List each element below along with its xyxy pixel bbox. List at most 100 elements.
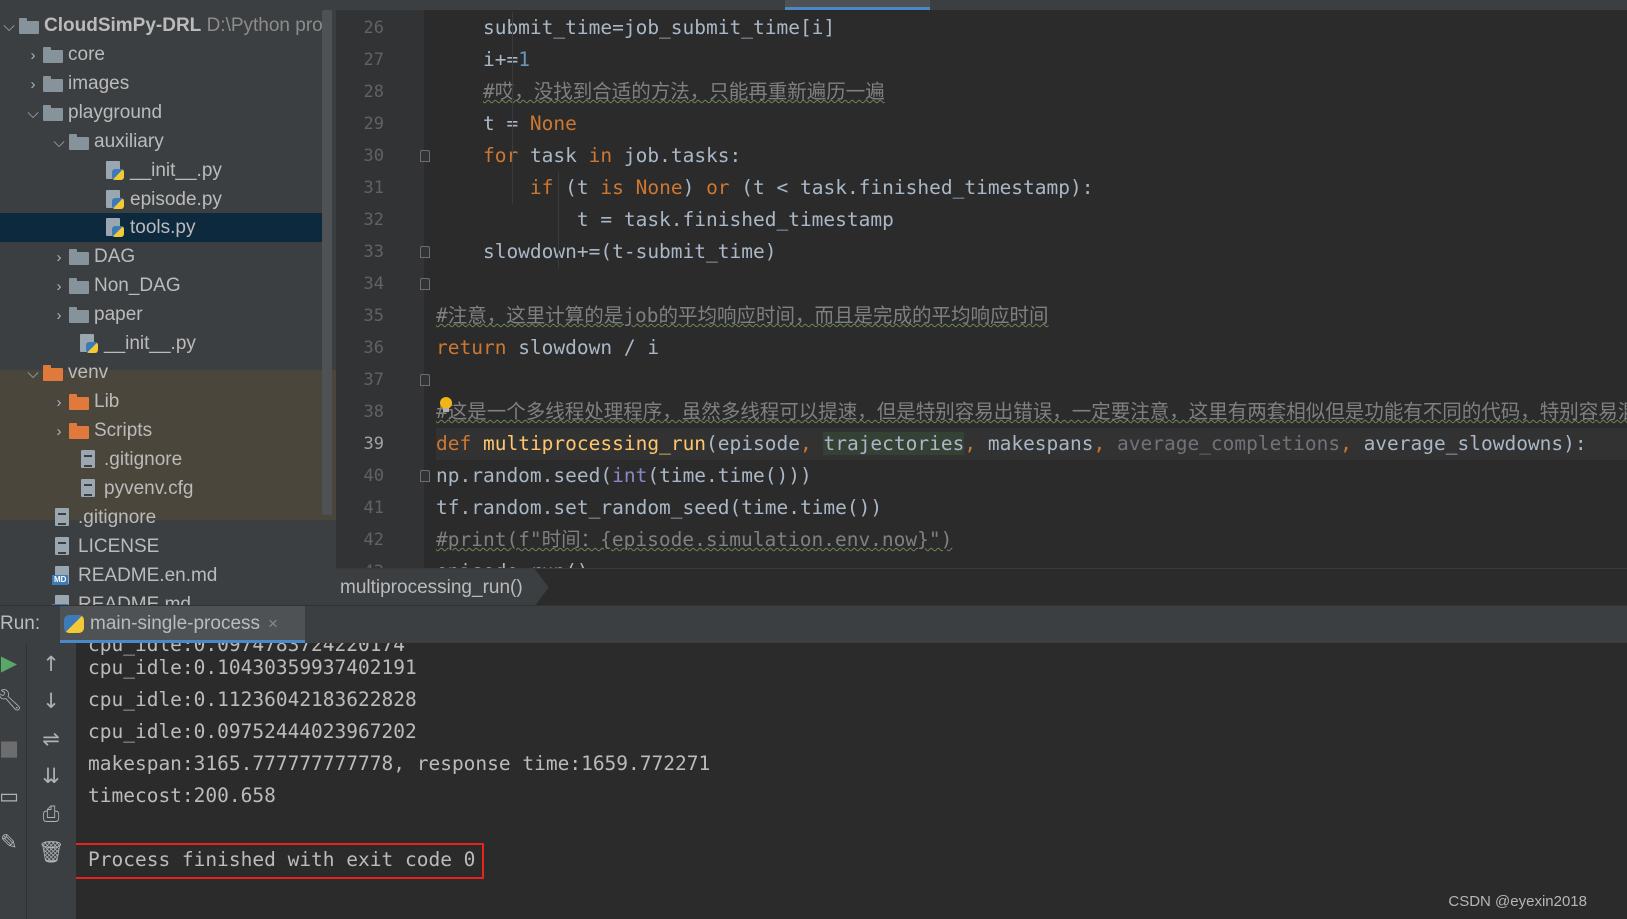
- tree-item-gitignore-venv[interactable]: .gitignore: [78, 445, 182, 474]
- code-line[interactable]: #哎，没找到合适的方法，只能再重新遍历一遍: [436, 76, 1627, 108]
- tree-item-episode-py[interactable]: episode.py: [104, 185, 222, 214]
- chevron-down-icon[interactable]: ⌵: [0, 12, 18, 41]
- code-line[interactable]: #print(f"时间：{episode.simulation.env.now}…: [436, 524, 1627, 556]
- tree-item-label: LICENSE: [78, 536, 160, 557]
- tree-item-pyvenv-cfg[interactable]: pyvenv.cfg: [78, 474, 193, 503]
- fold-marker-icon[interactable]: [420, 374, 430, 386]
- line-number: 39: [363, 434, 384, 454]
- wrench-icon[interactable]: 🔧︎: [0, 687, 23, 713]
- code-line[interactable]: tf.random.set_random_seed(time.time()): [436, 492, 1627, 524]
- code-line[interactable]: slowdown+=(t-submit_time): [436, 236, 1627, 268]
- code-line[interactable]: def multiprocessing_run(episode, traject…: [436, 428, 1627, 460]
- close-icon[interactable]: ×: [268, 606, 278, 642]
- file-icon: [52, 508, 74, 526]
- tree-item-license[interactable]: LICENSE: [52, 532, 159, 561]
- line-number: 30: [363, 146, 384, 166]
- code-line[interactable]: submit_time=job_submit_time[i]: [436, 12, 1627, 44]
- up-arrow-icon[interactable]: ↑: [38, 651, 64, 677]
- watermark: CSDN @eyexin2018: [1448, 893, 1587, 910]
- project-tree: ⌵ CloudSimPy-DRL D:\Python pro › core › ima…: [0, 10, 336, 620]
- indent-guide: [512, 12, 513, 204]
- code-line[interactable]: #这是一个多线程处理程序，虽然多线程可以提速，但是特别容易出错误，一定要注意，这…: [436, 396, 1627, 428]
- python-file-icon: [104, 218, 126, 237]
- fold-marker-icon[interactable]: [420, 150, 430, 162]
- trash-icon[interactable]: 🗑︎: [38, 839, 65, 865]
- code-line[interactable]: t = None: [436, 108, 1627, 140]
- run-icon[interactable]: ▶: [0, 650, 22, 676]
- chevron-right-icon[interactable]: ›: [50, 417, 68, 446]
- soft-wrap-icon[interactable]: ⇌: [38, 726, 64, 752]
- tree-item-init-py-playground[interactable]: __init__.py: [78, 329, 196, 358]
- tree-item-label: DAG: [94, 246, 136, 267]
- code-editor[interactable]: 262728293031323334353637383940414243 sub…: [336, 10, 1627, 588]
- chevron-down-icon[interactable]: ⌵: [24, 359, 42, 388]
- print-icon[interactable]: ⎙: [38, 801, 64, 827]
- code-line[interactable]: return slowdown / i: [436, 332, 1627, 364]
- code-line[interactable]: [436, 268, 1627, 300]
- code-line[interactable]: [436, 364, 1627, 396]
- down-arrow-icon[interactable]: ↓: [38, 688, 64, 714]
- breadcrumb-item[interactable]: multiprocessing_run(): [336, 569, 549, 606]
- line-number: 33: [363, 242, 384, 262]
- tree-item-label: __init__.py: [104, 333, 196, 354]
- chevron-right-icon[interactable]: ›: [50, 388, 68, 417]
- line-number: 42: [363, 530, 384, 550]
- tree-item-label: auxiliary: [94, 131, 164, 152]
- editor-gutter: 262728293031323334353637383940414243: [336, 10, 430, 588]
- tree-item-label: README.en.md: [78, 565, 218, 586]
- tree-root-name: CloudSimPy-DRL: [44, 15, 202, 36]
- run-console[interactable]: cpu_idle:0.0974783724220174 cpu_idle:0.1…: [76, 643, 1627, 919]
- line-number: 35: [363, 306, 384, 326]
- code-line[interactable]: i+=1: [436, 44, 1627, 76]
- tree-item-init-py[interactable]: __init__.py: [104, 156, 222, 185]
- layout-icon[interactable]: ▭: [0, 783, 22, 809]
- tree-item-gitignore[interactable]: .gitignore: [52, 503, 156, 532]
- tree-item-venv[interactable]: ⌵ venv: [24, 358, 108, 387]
- tree-item-tools-py[interactable]: tools.py: [0, 213, 322, 242]
- active-editor-tab[interactable]: [785, 0, 930, 10]
- pin-icon[interactable]: ✎: [0, 829, 22, 855]
- stop-icon[interactable]: ■: [0, 735, 22, 761]
- tree-item-non-dag[interactable]: › Non_DAG: [50, 271, 181, 300]
- run-tab-label: main-single-process: [90, 613, 261, 634]
- chevron-right-icon[interactable]: ›: [50, 301, 68, 330]
- fold-marker-icon[interactable]: [420, 470, 430, 482]
- tree-root[interactable]: ⌵ CloudSimPy-DRL D:\Python pro: [0, 11, 323, 41]
- code-line[interactable]: if (t is None) or (t < task.finished_tim…: [436, 172, 1627, 204]
- line-number: 27: [363, 50, 384, 70]
- run-tab-main-single-process[interactable]: main-single-process ×: [60, 606, 305, 643]
- excluded-folder-icon: [42, 363, 64, 381]
- tree-item-images[interactable]: › images: [24, 69, 130, 99]
- fold-marker-icon[interactable]: [420, 278, 430, 290]
- lightbulb-icon[interactable]: [439, 397, 453, 413]
- chevron-right-icon[interactable]: ›: [24, 70, 42, 99]
- tree-item-core[interactable]: › core: [24, 40, 105, 69]
- chevron-right-icon[interactable]: ›: [24, 41, 42, 70]
- fold-marker-icon[interactable]: [420, 246, 430, 258]
- chevron-right-icon[interactable]: ›: [50, 243, 68, 272]
- tree-item-label: core: [68, 44, 105, 65]
- tree-root-path: D:\Python pro: [206, 15, 323, 36]
- tree-item-paper[interactable]: › paper: [50, 300, 143, 329]
- excluded-folder-icon: [68, 392, 90, 410]
- tree-item-auxiliary[interactable]: ⌵ auxiliary: [50, 127, 164, 157]
- tree-item-scripts[interactable]: › Scripts: [50, 416, 153, 446]
- code-line[interactable]: t = task.finished_timestamp: [436, 204, 1627, 236]
- folder-icon: [68, 132, 90, 150]
- tree-item-playground[interactable]: ⌵ playground: [24, 98, 162, 127]
- tree-item-lib[interactable]: › Lib: [50, 387, 120, 417]
- tree-item-dag[interactable]: › DAG: [50, 242, 136, 272]
- chevron-down-icon[interactable]: ⌵: [24, 99, 42, 128]
- chevron-right-icon[interactable]: ›: [50, 272, 68, 301]
- line-number: 40: [363, 466, 384, 486]
- code-line[interactable]: #注意，这里计算的是job的平均响应时间，而且是完成的平均响应时间: [436, 300, 1627, 332]
- chevron-down-icon[interactable]: ⌵: [50, 128, 68, 157]
- code-line[interactable]: np.random.seed(int(time.time())): [436, 460, 1627, 492]
- line-number: 36: [363, 338, 384, 358]
- code-line[interactable]: for task in job.tasks:: [436, 140, 1627, 172]
- tree-item-readme-en[interactable]: README.en.md: [52, 561, 217, 590]
- console-line: makespan:3165.777777777778, response tim…: [88, 752, 711, 775]
- project-tree-scrollbar[interactable]: [322, 10, 332, 515]
- scroll-to-end-icon[interactable]: ⇊: [38, 763, 64, 789]
- line-number: 31: [363, 178, 384, 198]
